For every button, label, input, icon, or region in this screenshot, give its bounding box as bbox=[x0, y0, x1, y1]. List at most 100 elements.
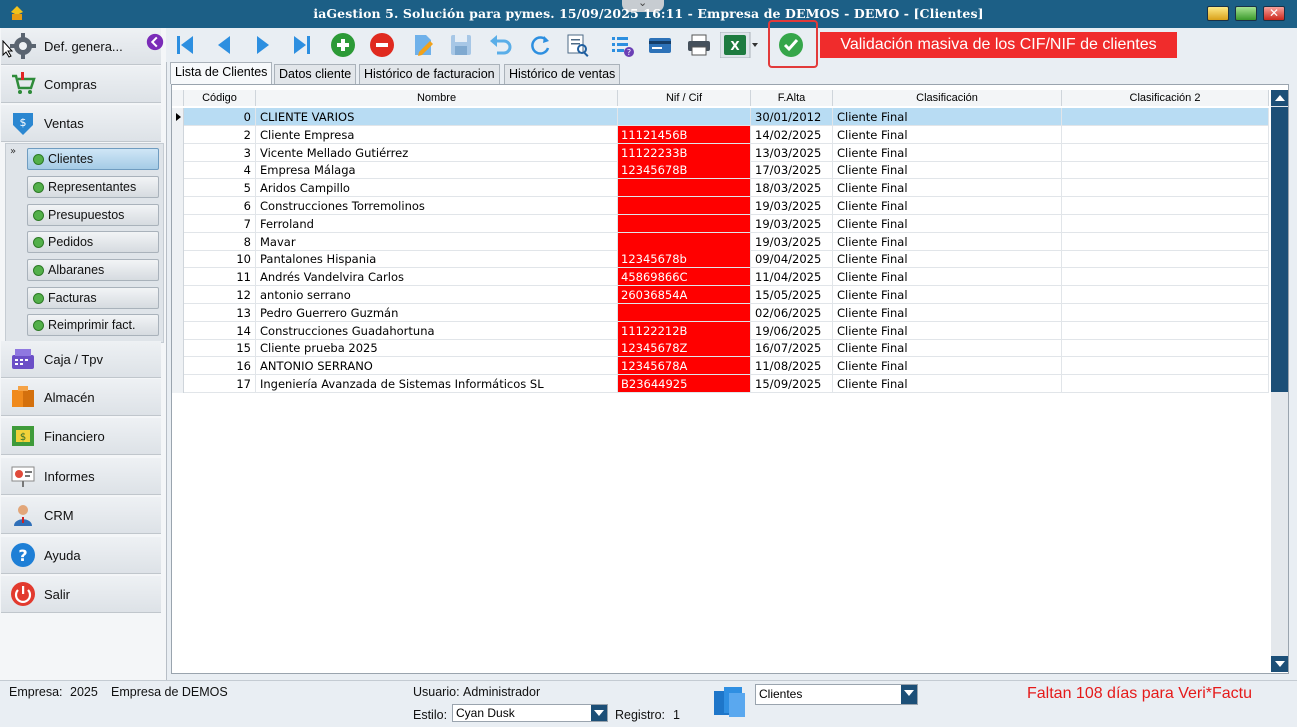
cell-alta[interactable]: 13/03/2025 bbox=[751, 143, 833, 162]
submenu-item-pedidos[interactable]: Pedidos bbox=[27, 231, 159, 253]
cell-alta[interactable]: 17/03/2025 bbox=[751, 161, 833, 180]
column-header-nif[interactable]: Nif / Cif bbox=[618, 90, 751, 106]
table-row[interactable]: 15 Cliente prueba 2025 12345678Z 16/07/2025… bbox=[172, 339, 1269, 358]
table-row[interactable]: 13 Pedro Guerrero Guzmán 02/06/2025 Cliente… bbox=[172, 303, 1269, 322]
add-record-button[interactable] bbox=[329, 31, 357, 59]
cell-nombre[interactable]: Construcciones Guadahortuna bbox=[256, 321, 618, 340]
table-row[interactable]: 12 antonio serrano 26036854A 15/05/2025 Clie… bbox=[172, 286, 1269, 304]
cell-nombre[interactable]: Ferroland bbox=[256, 214, 618, 233]
cell-clasificacion[interactable]: Cliente Final bbox=[833, 250, 1062, 269]
edit-record-button[interactable] bbox=[409, 31, 437, 59]
submenu-item-representantes[interactable]: Representantes bbox=[27, 176, 159, 198]
cell-clasificacion[interactable]: Cliente Final bbox=[833, 232, 1062, 251]
row-indicator[interactable] bbox=[172, 125, 184, 144]
cell-codigo[interactable]: 16 bbox=[184, 357, 256, 376]
first-record-button[interactable] bbox=[171, 31, 199, 59]
cell-clasificacion-2[interactable] bbox=[1062, 268, 1269, 287]
cell-nif[interactable]: 11121456B bbox=[618, 125, 751, 144]
cell-nombre[interactable]: Mavar bbox=[256, 232, 618, 251]
print-button[interactable] bbox=[685, 31, 713, 59]
cell-clasificacion-2[interactable] bbox=[1062, 321, 1269, 340]
cell-codigo[interactable]: 12 bbox=[184, 286, 256, 304]
cell-alta[interactable]: 19/06/2025 bbox=[751, 321, 833, 340]
cell-nif[interactable] bbox=[618, 179, 751, 198]
cell-codigo[interactable]: 5 bbox=[184, 179, 256, 198]
cell-clasificacion[interactable]: Cliente Final bbox=[833, 214, 1062, 233]
next-record-button[interactable] bbox=[249, 31, 277, 59]
submenu-item-facturas[interactable]: Facturas bbox=[27, 287, 159, 309]
last-record-button[interactable] bbox=[288, 31, 316, 59]
cell-alta[interactable]: 02/06/2025 bbox=[751, 303, 833, 322]
sidebar-item-def-general[interactable]: Def. genera... bbox=[1, 28, 161, 65]
cell-nombre[interactable]: antonio serrano bbox=[256, 286, 618, 304]
cell-nif[interactable]: 12345678A bbox=[618, 357, 751, 376]
table-row[interactable]: 5 Aridos Campillo 18/03/2025 Cliente Final bbox=[172, 179, 1269, 198]
table-row[interactable]: 14 Construcciones Guadahortuna 11122212B 19… bbox=[172, 321, 1269, 340]
scroll-down-button[interactable] bbox=[1271, 656, 1288, 672]
chevron-down-icon[interactable] bbox=[901, 685, 917, 704]
table-row[interactable]: 0 CLIENTE VARIOS 30/01/2012 Cliente Final bbox=[172, 108, 1269, 126]
table-row[interactable]: 10 Pantalones Hispania 12345678b 09/04/2025… bbox=[172, 250, 1269, 269]
sidebar-item-financiero[interactable]: $ Financiero bbox=[1, 418, 161, 455]
row-indicator[interactable] bbox=[172, 286, 184, 304]
table-row[interactable]: 17 Ingeniería Avanzada de Sistemas Inform… bbox=[172, 375, 1269, 393]
cell-codigo[interactable]: 10 bbox=[184, 250, 256, 269]
tab-lista-clientes[interactable]: Lista de Clientes bbox=[170, 62, 273, 84]
cell-clasificacion-2[interactable] bbox=[1062, 197, 1269, 215]
row-indicator[interactable] bbox=[172, 143, 184, 162]
cell-alta[interactable]: 11/08/2025 bbox=[751, 357, 833, 376]
row-indicator[interactable] bbox=[172, 197, 184, 215]
cell-alta[interactable]: 19/03/2025 bbox=[751, 197, 833, 215]
cell-codigo[interactable]: 4 bbox=[184, 161, 256, 180]
cell-codigo[interactable]: 13 bbox=[184, 303, 256, 322]
cell-clasificacion[interactable]: Cliente Final bbox=[833, 161, 1062, 180]
cell-clasificacion-2[interactable] bbox=[1062, 303, 1269, 322]
cell-alta[interactable]: 11/04/2025 bbox=[751, 268, 833, 287]
tab-datos-cliente[interactable]: Datos cliente bbox=[274, 64, 357, 84]
row-indicator[interactable] bbox=[172, 268, 184, 287]
cell-nombre[interactable]: CLIENTE VARIOS bbox=[256, 108, 618, 126]
cell-nombre[interactable]: Pantalones Hispania bbox=[256, 250, 618, 269]
undo-button[interactable] bbox=[486, 31, 514, 59]
cell-nif[interactable]: 11122233B bbox=[618, 143, 751, 162]
cell-alta[interactable]: 19/03/2025 bbox=[751, 214, 833, 233]
delete-record-button[interactable] bbox=[368, 31, 396, 59]
cell-clasificacion-2[interactable] bbox=[1062, 179, 1269, 198]
cell-codigo[interactable]: 7 bbox=[184, 214, 256, 233]
cell-codigo[interactable]: 6 bbox=[184, 197, 256, 215]
cell-nif[interactable]: B23644925 bbox=[618, 375, 751, 393]
cell-clasificacion-2[interactable] bbox=[1062, 214, 1269, 233]
column-header-alta[interactable]: F.Alta bbox=[751, 90, 833, 106]
table-row[interactable]: 16 ANTONIO SERRANO 12345678A 11/08/2025 Clie… bbox=[172, 357, 1269, 376]
table-row[interactable]: 4 Empresa Málaga 12345678B 17/03/2025 Client… bbox=[172, 161, 1269, 180]
cell-clasificacion[interactable]: Cliente Final bbox=[833, 286, 1062, 304]
cell-nif[interactable]: 12345678B bbox=[618, 161, 751, 180]
vista-select[interactable]: Clientes bbox=[755, 684, 918, 705]
cell-codigo[interactable]: 3 bbox=[184, 143, 256, 162]
cell-nif[interactable] bbox=[618, 108, 751, 126]
cell-clasificacion[interactable]: Cliente Final bbox=[833, 179, 1062, 198]
cell-clasificacion-2[interactable] bbox=[1062, 125, 1269, 144]
export-excel-button[interactable]: X bbox=[720, 31, 760, 59]
table-row[interactable]: 2 Cliente Empresa 11121456B 14/02/2025 Clien… bbox=[172, 125, 1269, 144]
cell-clasificacion-2[interactable] bbox=[1062, 357, 1269, 376]
cell-codigo[interactable]: 2 bbox=[184, 125, 256, 144]
cell-codigo[interactable]: 17 bbox=[184, 375, 256, 393]
cell-nombre[interactable]: Cliente prueba 2025 bbox=[256, 339, 618, 358]
table-row[interactable]: 7 Ferroland 19/03/2025 Cliente Final bbox=[172, 214, 1269, 233]
scroll-thumb[interactable] bbox=[1271, 107, 1288, 392]
collapse-sidebar-button[interactable] bbox=[144, 28, 166, 56]
cell-codigo[interactable]: 15 bbox=[184, 339, 256, 358]
previous-record-button[interactable] bbox=[210, 31, 238, 59]
sidebar-item-ayuda[interactable]: ? Ayuda bbox=[1, 537, 161, 574]
cell-nif[interactable]: 45869866C bbox=[618, 268, 751, 287]
table-row[interactable]: 11 Andrés Vandelvira Carlos 45869866C 11/04… bbox=[172, 268, 1269, 287]
tab-historico-ventas[interactable]: Histórico de ventas bbox=[504, 64, 621, 84]
row-indicator[interactable] bbox=[172, 303, 184, 322]
cell-clasificacion[interactable]: Cliente Final bbox=[833, 268, 1062, 287]
row-indicator[interactable] bbox=[172, 321, 184, 340]
cell-nombre[interactable]: Aridos Campillo bbox=[256, 179, 618, 198]
cell-nombre[interactable]: Ingeniería Avanzada de Sistemas Informát… bbox=[256, 375, 618, 393]
cell-nif[interactable] bbox=[618, 214, 751, 233]
cell-clasificacion-2[interactable] bbox=[1062, 250, 1269, 269]
